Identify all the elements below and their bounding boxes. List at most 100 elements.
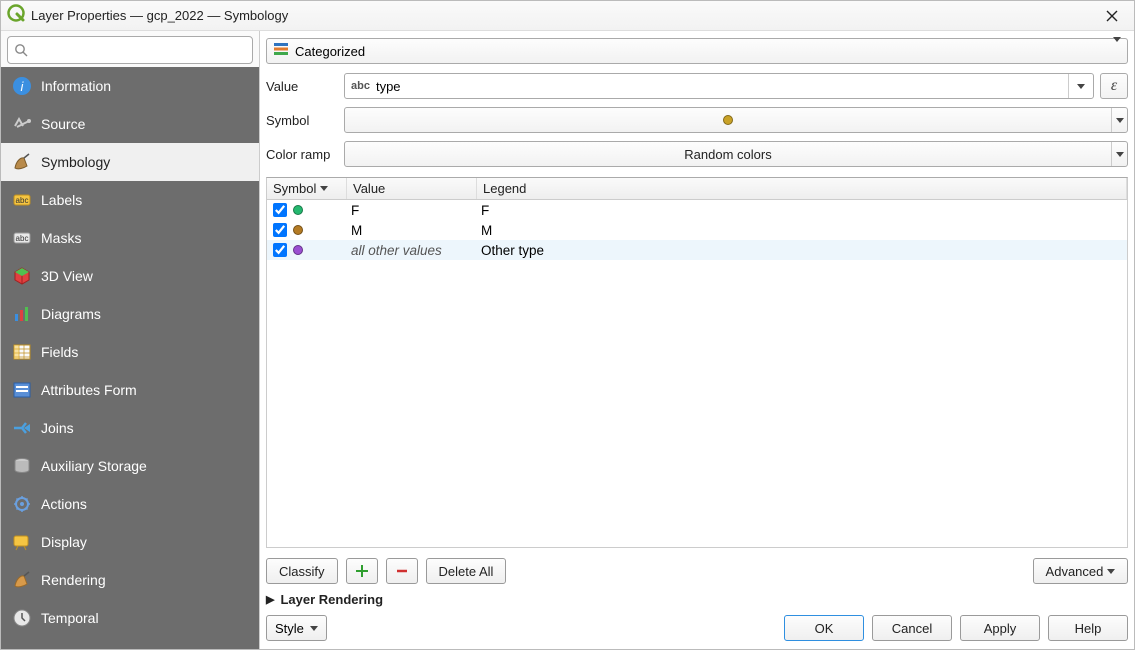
sidebar-item-actions[interactable]: Actions [1,485,259,523]
abc-type-icon: abc [351,80,370,92]
qgis-logo-icon [7,4,25,27]
search-icon [14,43,28,57]
masks-icon: abc [11,227,33,249]
auxiliary-storage-icon [11,455,33,477]
sidebar-search[interactable] [7,36,253,64]
sidebar-item-auxiliary-storage[interactable]: Auxiliary Storage [1,447,259,485]
symbol-label: Symbol [266,113,338,128]
layer-rendering-collapse[interactable]: ▶ Layer Rendering [266,592,1128,607]
classification-table: Symbol Value Legend FFMMall other values… [266,177,1128,548]
sidebar-item-diagrams[interactable]: Diagrams [1,295,259,333]
row-visibility-checkbox[interactable] [273,243,287,257]
symbology-icon [11,151,33,173]
source-icon [11,113,33,135]
sidebar-item-display[interactable]: Display [1,523,259,561]
attributes-form-icon [11,379,33,401]
plus-icon [355,564,369,578]
sidebar-item-joins[interactable]: Joins [1,409,259,447]
sidebar-item-attributes-form[interactable]: Attributes Form [1,371,259,409]
row-value: F [347,203,477,218]
sidebar-item-label: Rendering [41,572,106,588]
apply-button[interactable]: Apply [960,615,1040,641]
sidebar-item-label: Symbology [41,154,110,170]
categorized-icon [273,41,289,62]
sidebar-item-label: Information [41,78,111,94]
information-icon: i [11,75,33,97]
chevron-down-icon[interactable] [1111,142,1127,166]
symbol-button[interactable] [344,107,1128,133]
renderer-type-label: Categorized [295,44,365,59]
row-value: M [347,223,477,238]
sort-indicator-icon [320,186,328,191]
triangle-right-icon: ▶ [266,593,274,606]
delete-all-button[interactable]: Delete All [426,558,507,584]
sidebar-item-labels[interactable]: abc Labels [1,181,259,219]
ok-button[interactable]: OK [784,615,864,641]
remove-class-button[interactable] [386,558,418,584]
sidebar-list: i Information Source Symbology abc Labels abcM… [1,67,259,649]
sidebar-item-3dview[interactable]: 3D View [1,257,259,295]
advanced-button[interactable]: Advanced [1033,558,1128,584]
sidebar-item-source[interactable]: Source [1,105,259,143]
row-value: all other values [347,243,477,258]
sidebar-item-temporal[interactable]: Temporal [1,599,259,637]
layer-rendering-label: Layer Rendering [280,592,383,607]
renderer-type-combo[interactable]: Categorized [266,38,1128,64]
sidebar-item-information[interactable]: i Information [1,67,259,105]
sidebar-item-label: Joins [41,420,74,436]
sidebar-item-label: Temporal [41,610,99,626]
search-input[interactable] [32,43,246,58]
col-header-symbol[interactable]: Symbol [267,178,347,199]
color-ramp-text: Random colors [345,147,1111,162]
svg-text:abc: abc [16,196,29,205]
fields-icon [11,341,33,363]
cancel-button[interactable]: Cancel [872,615,952,641]
sidebar-item-label: Actions [41,496,87,512]
display-icon [11,531,33,553]
chevron-down-icon [1113,42,1121,60]
value-field-combo[interactable]: abc type [344,73,1094,99]
diagrams-icon [11,303,33,325]
value-label: Value [266,79,338,94]
add-class-button[interactable] [346,558,378,584]
chevron-down-icon [1107,569,1115,574]
window-title: Layer Properties — gcp_2022 — Symbology [31,8,288,23]
row-symbol-dot [293,245,303,255]
chevron-down-icon [1068,74,1093,98]
table-row[interactable]: MM [267,220,1127,240]
content-pane: Categorized Value abc type ε Symbol [260,31,1134,649]
sidebar-item-label: Source [41,116,85,132]
svg-text:abc: abc [16,234,29,243]
sidebar-item-rendering[interactable]: Rendering [1,561,259,599]
col-header-legend[interactable]: Legend [477,178,1127,199]
sidebar-item-label: Display [41,534,87,550]
row-visibility-checkbox[interactable] [273,223,287,237]
3dview-icon [11,265,33,287]
color-ramp-label: Color ramp [266,147,338,162]
sidebar-item-fields[interactable]: Fields [1,333,259,371]
value-field-text: type [376,79,1068,94]
sidebar-item-label: Labels [41,192,82,208]
help-button[interactable]: Help [1048,615,1128,641]
bottom-button-row: Style OK Cancel Apply Help [266,615,1128,641]
temporal-icon [11,607,33,629]
color-ramp-button[interactable]: Random colors [344,141,1128,167]
minus-icon [395,564,409,578]
actions-icon [11,493,33,515]
classify-button[interactable]: Classify [266,558,338,584]
table-row[interactable]: all other valuesOther type [267,240,1127,260]
expression-button[interactable]: ε [1100,73,1128,99]
action-row: Classify Delete All Advanced [266,558,1128,584]
row-legend: F [477,203,1127,218]
col-header-value[interactable]: Value [347,178,477,199]
sidebar-item-symbology[interactable]: Symbology [1,143,259,181]
joins-icon [11,417,33,439]
sidebar-item-label: Attributes Form [41,382,137,398]
table-row[interactable]: FF [267,200,1127,220]
sidebar-item-label: Diagrams [41,306,101,322]
sidebar-item-masks[interactable]: abcMasks [1,219,259,257]
style-button[interactable]: Style [266,615,327,641]
row-visibility-checkbox[interactable] [273,203,287,217]
close-button[interactable] [1098,5,1126,27]
chevron-down-icon[interactable] [1111,108,1127,132]
